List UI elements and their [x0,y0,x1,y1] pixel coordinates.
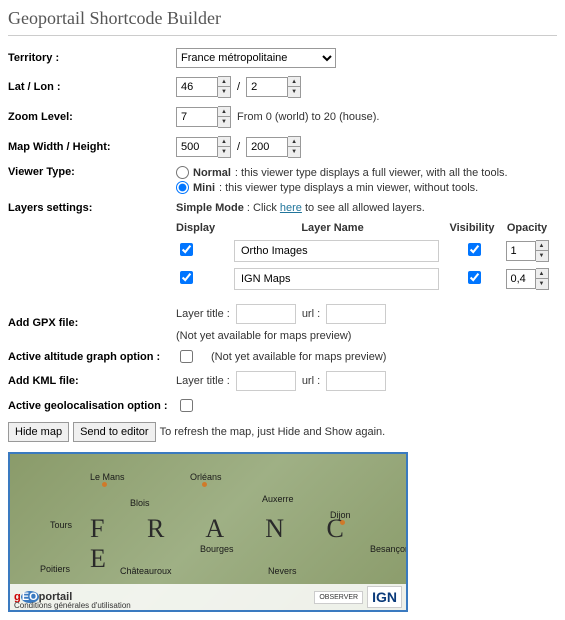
gpx-url-label: url : [302,308,320,320]
altgraph-label: Active altitude graph option : [8,351,176,363]
ign-logo: IGN [367,586,402,608]
city-dot [102,482,107,487]
buttons-note: To refresh the map, just Hide and Show a… [160,426,386,438]
city-label: Tours [50,520,72,530]
geoloc-checkbox[interactable] [180,399,193,412]
altgraph-note: (Not yet available for maps preview) [211,351,386,363]
width-down[interactable]: ▼ [218,147,230,157]
geoloc-label: Active geolocalisation option : [8,400,176,412]
width-input[interactable] [176,137,218,157]
gpx-title-label: Layer title : [176,308,230,320]
viewer-mini-label: Mini [193,182,215,194]
kml-title-label: Layer title : [176,375,230,387]
mapwh-label: Map Width / Height: [8,141,176,153]
simple-mode-link[interactable]: here [280,202,302,214]
layer-name-input[interactable] [234,268,439,290]
lon-input[interactable] [246,77,288,97]
layer-name-input[interactable] [234,240,439,262]
lat-input[interactable] [176,77,218,97]
viewer-normal-radio[interactable] [176,166,189,179]
height-up[interactable]: ▲ [288,137,300,147]
col-visibility: Visibility [447,222,497,234]
lat-down[interactable]: ▼ [218,87,230,97]
width-up[interactable]: ▲ [218,137,230,147]
kml-url-label: url : [302,375,320,387]
layer-opacity-input[interactable] [506,241,536,261]
gpx-note: (Not yet available for maps preview) [176,330,351,342]
addkml-label: Add KML file: [8,375,176,387]
layer-row: ▲▼ [176,268,557,290]
observer-logo: OBSERVER [314,591,363,604]
col-layername: Layer Name [218,222,447,234]
lon-down[interactable]: ▼ [288,87,300,97]
op-up[interactable]: ▲ [536,241,548,251]
city-label: Auxerre [262,494,294,504]
kml-url-input[interactable] [326,371,386,391]
send-editor-button[interactable]: Send to editor [73,422,156,442]
op-up[interactable]: ▲ [536,269,548,279]
viewer-mini-desc: : this viewer type displays a min viewer… [219,182,478,194]
layer-row: ▲▼ [176,240,557,262]
city-dot [202,482,207,487]
cgu-link[interactable]: Conditions générales d'utilisation [14,601,131,610]
layer-display-checkbox[interactable] [180,271,193,284]
lon-up[interactable]: ▲ [288,77,300,87]
hide-map-button[interactable]: Hide map [8,422,69,442]
page-title: Geoportail Shortcode Builder [8,8,557,36]
city-label: Nevers [268,566,297,576]
map-country-label: F R A N C E [90,514,406,574]
col-display: Display [176,222,218,234]
city-label: Besançon [370,544,408,554]
viewer-normal-desc: : this viewer type displays a full viewe… [235,167,508,179]
layer-opacity-input[interactable] [506,269,536,289]
territory-label: Territory : [8,52,176,64]
layer-display-checkbox[interactable] [180,243,193,256]
territory-select[interactable]: France métropolitaine [176,48,336,68]
viewer-mini-radio[interactable] [176,181,189,194]
latlon-label: Lat / Lon : [8,81,176,93]
city-label: Dijon [330,510,351,520]
slash: / [237,81,240,93]
simple-mode-line: Simple Mode : Click here to see all allo… [176,202,557,214]
gpx-title-input[interactable] [236,304,296,324]
zoom-hint: From 0 (world) to 20 (house). [237,111,379,123]
map-preview[interactable]: F R A N C E Le Mans Orléans Auxerre Bloi… [8,452,408,612]
slash2: / [237,141,240,153]
city-dot [340,520,345,525]
layer-visibility-checkbox[interactable] [468,243,481,256]
height-input[interactable] [246,137,288,157]
viewer-normal-label: Normal [193,167,231,179]
city-label: Blois [130,498,150,508]
city-label: Bourges [200,544,234,554]
lat-up[interactable]: ▲ [218,77,230,87]
city-label: Poitiers [40,564,70,574]
altgraph-checkbox[interactable] [180,350,193,363]
height-down[interactable]: ▼ [288,147,300,157]
layer-visibility-checkbox[interactable] [468,271,481,284]
op-down[interactable]: ▼ [536,279,548,289]
zoom-label: Zoom Level: [8,111,176,123]
col-opacity: Opacity [497,222,557,234]
city-label: Châteauroux [120,566,172,576]
gpx-url-input[interactable] [326,304,386,324]
op-down[interactable]: ▼ [536,251,548,261]
kml-title-input[interactable] [236,371,296,391]
addgpx-label: Add GPX file: [8,317,176,329]
viewer-label: Viewer Type: [8,166,176,178]
zoom-down[interactable]: ▼ [218,117,230,127]
zoom-input[interactable] [176,107,218,127]
city-label: Orléans [190,472,222,482]
layers-label: Layers settings: [8,202,176,214]
zoom-up[interactable]: ▲ [218,107,230,117]
city-label: Le Mans [90,472,125,482]
